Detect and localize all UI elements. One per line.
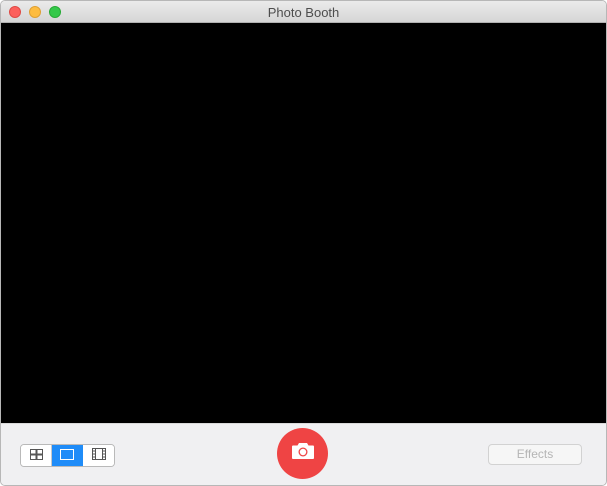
view-mode-selector (20, 444, 115, 467)
single-photo-icon (60, 447, 74, 465)
four-up-grid-icon (29, 447, 43, 465)
four-up-mode-button[interactable] (21, 445, 52, 466)
single-photo-mode-button[interactable] (52, 445, 83, 466)
take-photo-button[interactable] (277, 428, 328, 479)
effects-button[interactable]: Effects (488, 444, 582, 465)
photo-booth-window: Photo Booth Effects (0, 0, 607, 486)
window-title: Photo Booth (267, 5, 340, 20)
video-filmstrip-icon (91, 447, 106, 465)
camera-icon (291, 442, 315, 465)
bottom-toolbar: Effects (1, 423, 606, 485)
title-bar[interactable]: Photo Booth (1, 1, 606, 23)
video-mode-button[interactable] (83, 445, 114, 466)
camera-preview (1, 23, 606, 423)
